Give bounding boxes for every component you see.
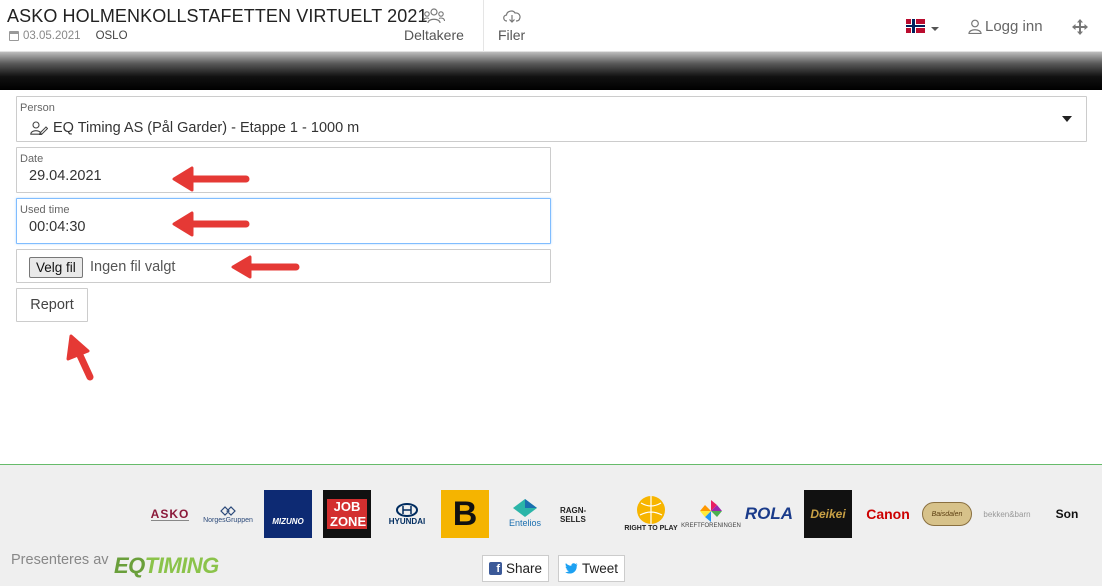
eqtiming-logo[interactable]: EQTIMING [114, 553, 219, 579]
hyundai-icon [396, 502, 418, 517]
tweet-label: Tweet [582, 561, 619, 576]
sponsor-son-logo[interactable]: Son [1044, 502, 1090, 526]
sponsor-baisdalen-logo[interactable]: Baisdalen [922, 502, 972, 526]
sponsor-norgesgruppen-logo[interactable]: NorgesGruppen [202, 502, 254, 526]
annotation-arrow-file [231, 255, 300, 279]
event-meta: 03.05.2021 OSLO [9, 30, 128, 42]
sponsor-ragnsells-logo[interactable]: RAGN-SELLS [560, 506, 608, 524]
tab-divider [483, 0, 484, 52]
move-icon[interactable] [1072, 19, 1088, 40]
person-value-wrap: EQ Timing AS (Pål Garder) - Etappe 1 - 1… [30, 120, 359, 136]
choose-file-button[interactable]: Velg fil [29, 257, 83, 278]
login-label: Logg inn [985, 18, 1043, 35]
ball-icon [637, 495, 665, 524]
used-time-field[interactable]: Used time 00:04:30 [16, 198, 551, 244]
date-value[interactable]: 29.04.2021 [29, 168, 102, 184]
sponsor-canon-logo[interactable]: Canon [862, 504, 914, 524]
event-title: ASKO HOLMENKOLLSTAFETTEN VIRTUELT 2021 [7, 6, 428, 26]
twitter-icon [565, 563, 578, 574]
annotation-arrow-date [172, 166, 250, 192]
header-banner [0, 52, 1102, 90]
sponsor-kreftforeningen-logo[interactable]: KREFTFORENINGEN [681, 494, 741, 534]
norgesgruppen-icon [220, 505, 236, 516]
sponsor-bekkenbarn-logo[interactable]: bekken&barn [980, 506, 1034, 522]
sponsor-entelios-logo[interactable]: Entelios [500, 492, 550, 534]
sponsor-deikei-logo[interactable]: Deikei [804, 490, 852, 538]
top-header: ASKO HOLMENKOLLSTAFETTEN VIRTUELT 2021 0… [0, 0, 1102, 52]
date-label: Date [20, 153, 44, 165]
facebook-icon: f [489, 562, 502, 575]
annotation-arrow-report [66, 334, 94, 381]
sponsor-jobzone-logo[interactable]: JOB ZONE [323, 490, 371, 538]
twitter-tweet-button[interactable]: Tweet [558, 555, 626, 582]
chevron-down-icon[interactable] [931, 27, 939, 31]
person-select[interactable]: Person EQ Timing AS (Pål Garder) - Etapp… [16, 96, 1087, 142]
sponsor-asko-logo[interactable]: ASKO [144, 505, 196, 523]
person-value: EQ Timing AS (Pål Garder) - Etappe 1 - 1… [53, 120, 360, 136]
date-field[interactable]: Date 29.04.2021 [16, 147, 551, 193]
person-label: Person [20, 102, 55, 114]
share-label: Share [506, 561, 543, 576]
tab-deltakere-label: Deltakere [404, 27, 464, 43]
pinwheel-icon [700, 500, 722, 522]
cloud-download-icon [502, 10, 521, 23]
chevron-down-icon[interactable] [1062, 116, 1072, 122]
report-button[interactable]: Report [16, 288, 88, 322]
sponsor-rola-logo[interactable]: ROLA [744, 500, 794, 528]
people-icon [422, 8, 445, 24]
used-time-value[interactable]: 00:04:30 [29, 219, 85, 235]
user-edit-icon [30, 121, 48, 135]
sponsor-righttoplay-logo[interactable]: RIGHT TO PLAY [624, 488, 678, 538]
norway-flag-icon[interactable] [906, 19, 925, 33]
sponsor-b-logo[interactable]: B [441, 490, 489, 538]
sponsor-hyundai-logo[interactable]: HYUNDAI [383, 500, 431, 528]
tab-deltakere[interactable]: Deltakere [404, 8, 464, 43]
event-date: 03.05.2021 [23, 30, 81, 42]
annotation-arrow-time [172, 211, 250, 237]
sponsor-mizuno-logo[interactable]: MIZUNO [264, 490, 312, 538]
tab-filer[interactable]: Filer [498, 8, 525, 43]
file-status: Ingen fil valgt [90, 259, 176, 275]
login-button[interactable]: Logg inn [968, 18, 1043, 35]
used-time-label: Used time [20, 204, 70, 216]
user-icon [968, 19, 982, 34]
event-city: OSLO [95, 30, 128, 42]
presented-by-text: Presenteres av [11, 552, 109, 568]
entelios-icon [513, 499, 537, 517]
tab-filer-label: Filer [498, 27, 526, 43]
calendar-icon [9, 31, 19, 41]
facebook-share-button[interactable]: f Share [482, 555, 550, 582]
